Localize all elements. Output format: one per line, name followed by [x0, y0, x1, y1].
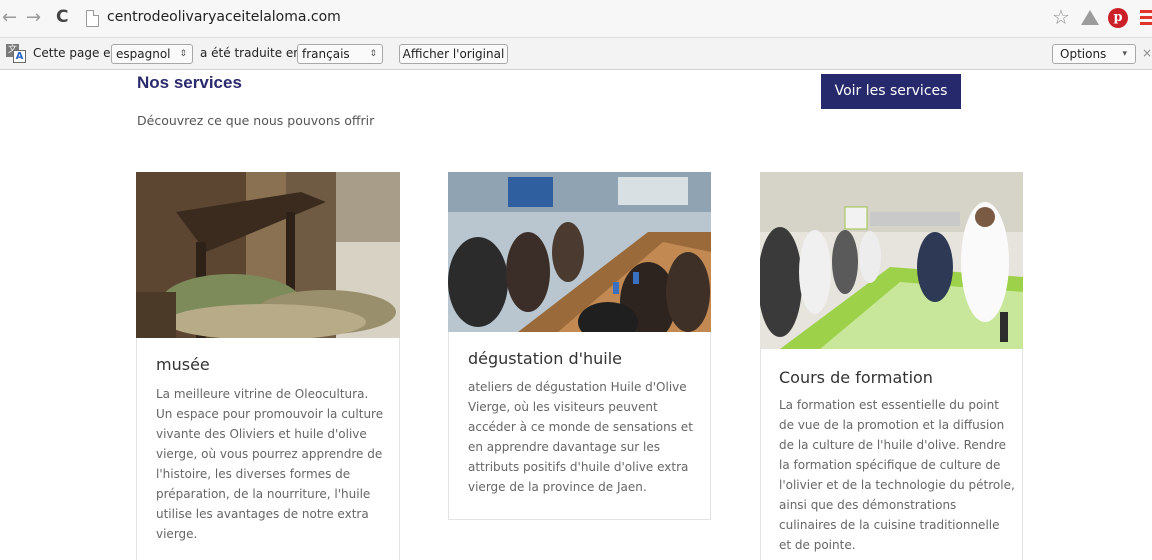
translate-icon: 文 A	[6, 44, 26, 64]
target-language-select[interactable]: français ⇕	[297, 44, 383, 64]
source-language-select[interactable]: espagnol ⇕	[111, 44, 193, 64]
card-title: musée	[156, 355, 210, 374]
view-services-button[interactable]: Voir les services	[821, 74, 961, 109]
close-icon[interactable]: ×	[1142, 46, 1152, 60]
page-icon	[86, 10, 99, 27]
tasting-photo	[448, 172, 711, 332]
training-photo	[760, 172, 1023, 349]
translate-icon-front: A	[13, 50, 26, 63]
options-label: Options	[1060, 47, 1107, 61]
back-arrow-icon[interactable]: ←	[2, 9, 17, 27]
pinterest-extension-icon[interactable]: p	[1108, 8, 1128, 28]
card-description: ateliers de dégustation Huile d'Olive Vi…	[468, 380, 693, 494]
address-bar[interactable]: centrodeolivaryaceitelaloma.com	[107, 9, 341, 25]
browser-toolbar: ← → C centrodeolivaryaceitelaloma.com ☆ …	[0, 0, 1152, 38]
translate-bar: 文 A Cette page en espagnol ⇕ a été tradu…	[0, 38, 1152, 70]
card-title: dégustation d'huile	[468, 349, 623, 368]
forward-arrow-icon[interactable]: →	[26, 9, 41, 27]
translate-prefix: Cette page en	[33, 46, 119, 60]
target-language-value: français	[302, 47, 350, 61]
reload-icon[interactable]: C	[56, 8, 68, 26]
bookmark-star-icon[interactable]: ☆	[1052, 5, 1070, 29]
drive-extension-icon[interactable]	[1081, 10, 1099, 25]
options-button[interactable]: Options ▾	[1052, 44, 1136, 64]
service-card-tasting[interactable]: dégustation d'huile ateliers de dégustat…	[448, 172, 711, 520]
translate-middle-text: a été traduite en	[200, 46, 301, 60]
section-subtitle: Découvrez ce que nous pouvons offrir	[137, 113, 375, 128]
source-language-value: espagnol	[116, 47, 171, 61]
section-title: Nos services	[137, 73, 242, 92]
card-title: Cours de formation	[779, 368, 933, 387]
card-description: La formation est essentielle du point de…	[779, 398, 1015, 552]
show-original-button[interactable]: Afficher l'original	[399, 44, 508, 64]
card-description: La meilleure vitrine de Oleocultura. Un …	[156, 387, 384, 541]
chevron-down-icon: ▾	[1122, 49, 1127, 59]
select-arrows-icon: ⇕	[369, 49, 377, 59]
service-card-training[interactable]: Cours de formation La formation est esse…	[760, 172, 1023, 560]
select-arrows-icon: ⇕	[179, 49, 187, 59]
service-card-museum[interactable]: musée La meilleure vitrine de Oleocultur…	[136, 172, 400, 560]
menu-icon[interactable]	[1140, 10, 1152, 28]
museum-photo	[136, 172, 400, 338]
